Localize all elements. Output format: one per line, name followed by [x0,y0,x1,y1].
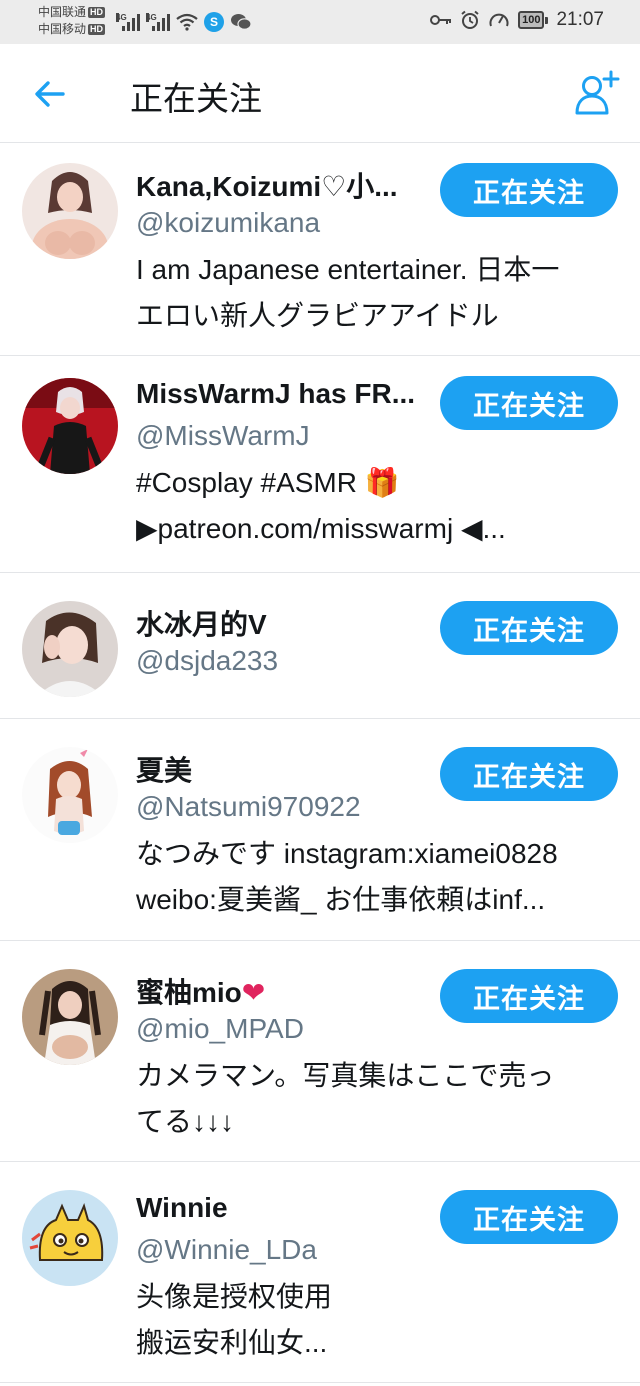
user-bio: I am Japanese entertainer. 日本一 エロい新人グラビア… [136,254,560,331]
following-button[interactable]: 正在关注 [440,969,618,1023]
speed-icon [489,13,509,27]
user-handle: @Natsumi970922 [136,791,361,822]
user-handle: @MissWarmJ [136,420,310,451]
list-item[interactable]: Winnie @Winnie_LDa 头像是授权使用 搬运安利仙女... 正在关… [0,1162,640,1383]
carrier-2: 中国移动 [38,22,87,36]
hd-badge: HD [88,7,106,18]
avatar[interactable] [22,163,118,259]
user-handle: @mio_MPAD [136,1013,304,1044]
following-button[interactable]: 正在关注 [440,747,618,801]
following-button[interactable]: 正在关注 [440,601,618,655]
app-notification-icon: S [204,12,224,32]
wifi-icon [176,13,198,31]
add-user-icon[interactable] [572,68,622,118]
user-bio: カメラマン。写真集はここで売っ てる↓↓↓ [136,1060,555,1137]
display-name: 蜜柚mio❤ [136,977,266,1008]
avatar[interactable] [22,601,118,697]
following-list: Kana,Koizumi♡小... @koizumikana I am Japa… [0,143,640,1383]
user-bio: 头像是授权使用 搬运安利仙女... [136,1281,333,1358]
following-button[interactable]: 正在关注 [440,376,618,430]
avatar[interactable] [22,747,118,843]
battery-icon: 100 [518,11,549,29]
display-name: Winnie [136,1192,228,1223]
user-bio: #Cosplay #ASMR 🎁 ▶patreon.com/misswarmj … [136,467,506,544]
page-title: 正在关注 [130,80,262,117]
key-icon [430,15,452,25]
list-item[interactable]: 蜜柚mio❤ @mio_MPAD カメラマン。写真集はここで売っ てる↓↓↓ 正… [0,941,640,1162]
carrier-1: 中国联通 [38,5,87,19]
list-item[interactable]: Kana,Koizumi♡小... @koizumikana I am Japa… [0,143,640,356]
user-handle: @dsjda233 [136,645,279,676]
user-bio: なつみです instagram:xiamei0828 weibo:夏美酱_ お仕… [136,838,558,915]
user-handle: @koizumikana [136,207,321,238]
heart-icon: ❤ [241,977,266,1008]
alarm-icon [461,10,479,29]
status-bar: 中国联通 HD 中国移动 HD 4G 4G S 100 21:07 [0,0,640,44]
signal-icon: 4G [146,13,170,31]
display-name: 水冰月的V [136,609,267,640]
arrow-left-icon[interactable] [30,74,70,114]
signal-icon: 4G [116,13,140,31]
display-name: MissWarmJ has FR... [136,378,416,409]
following-button[interactable]: 正在关注 [440,1190,618,1244]
avatar[interactable] [22,1190,118,1286]
following-button[interactable]: 正在关注 [440,163,618,217]
clock: 21:07 [556,9,604,30]
hd-badge: HD [88,24,106,35]
list-item[interactable]: MissWarmJ has FR... @MissWarmJ #Cosplay … [0,356,640,573]
display-name: Kana,Koizumi♡小... [136,171,398,202]
app-header: 正在关注 [0,44,640,143]
wechat-icon [231,14,252,30]
display-name: 夏美 [136,755,193,786]
avatar[interactable] [22,969,118,1065]
carrier-info: 中国联通 HD 中国移动 HD [38,4,106,38]
user-handle: @Winnie_LDa [136,1234,317,1265]
avatar[interactable] [22,378,118,474]
list-item[interactable]: 夏美 @Natsumi970922 なつみです instagram:xiamei… [0,719,640,941]
list-item[interactable]: 水冰月的V @dsjda233 正在关注 [0,573,640,719]
